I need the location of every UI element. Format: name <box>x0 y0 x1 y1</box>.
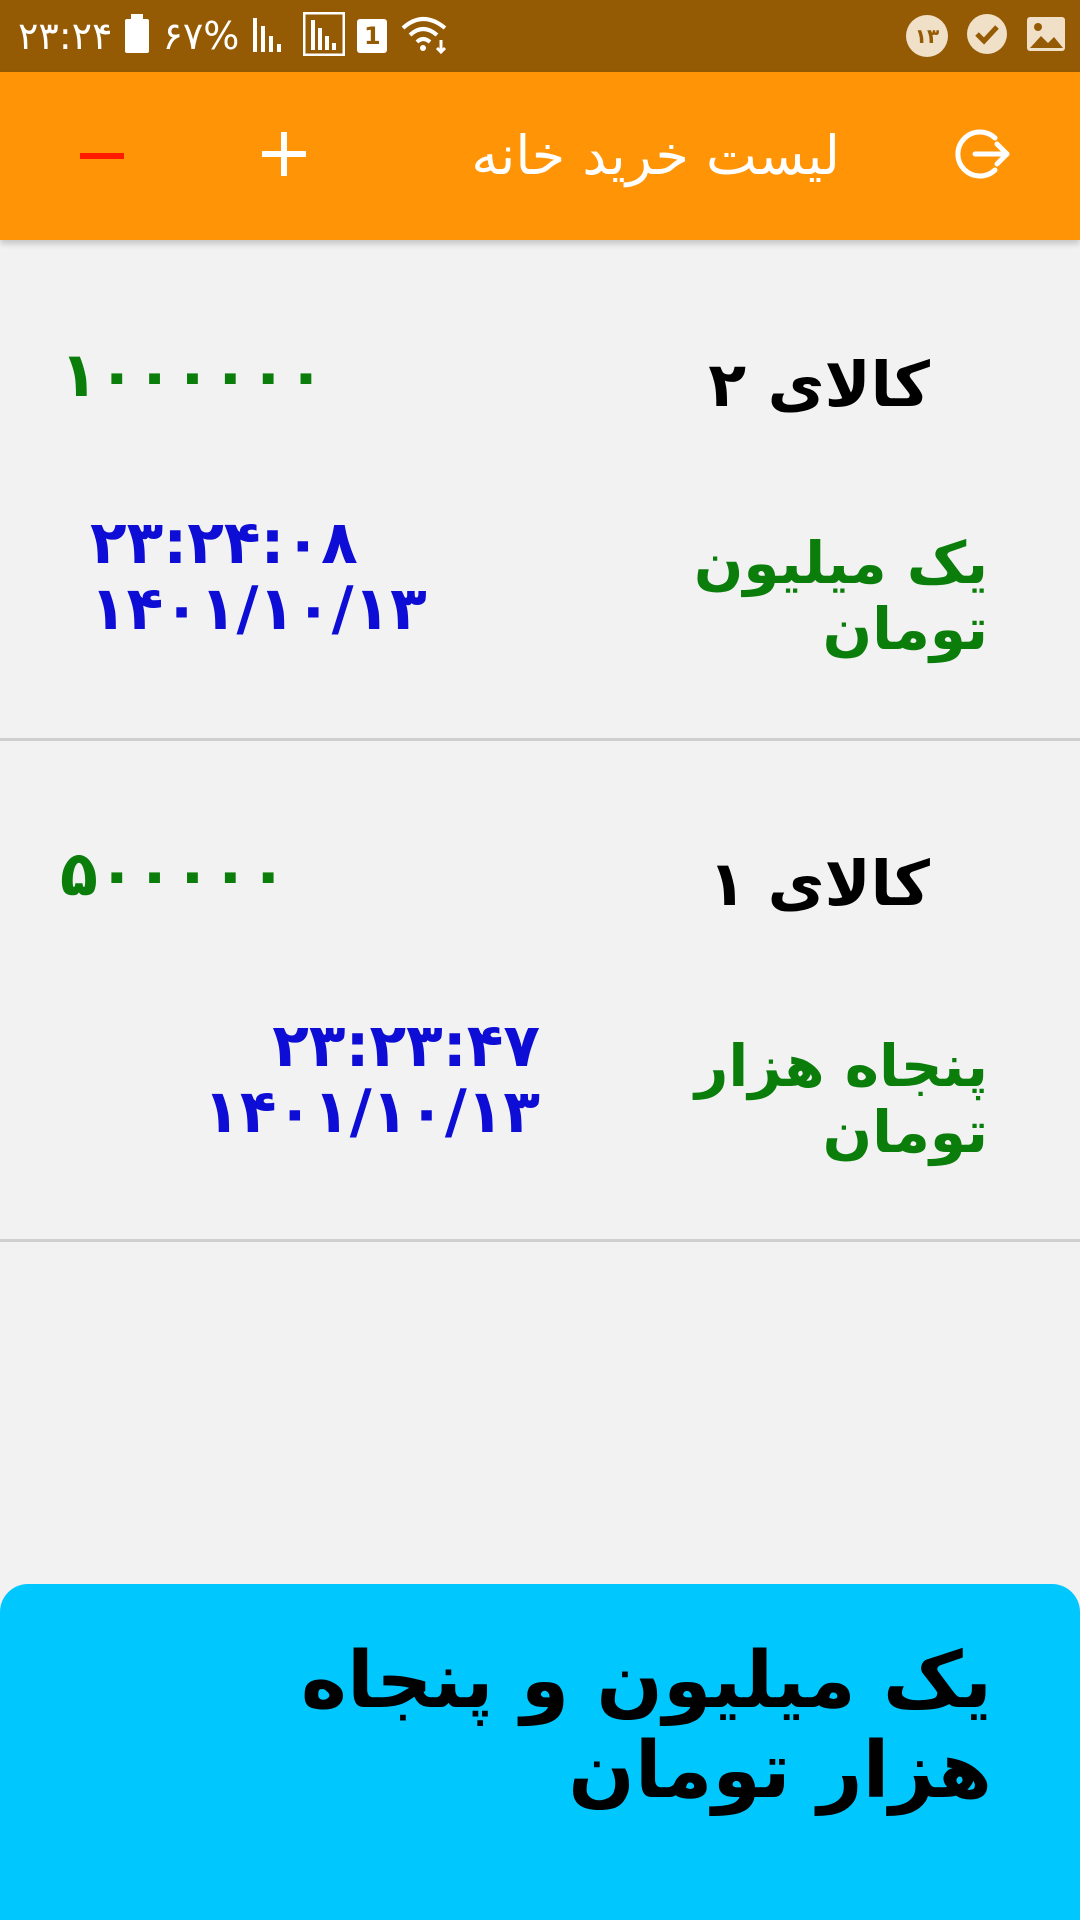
plus-icon <box>258 128 310 184</box>
item-time: ۲۳:۲۴:۰۸ <box>90 508 358 578</box>
status-bar-left: ۲۳:۲۴ ۶۷% 1 <box>18 0 451 72</box>
battery-percent: ۶۷% <box>162 14 240 58</box>
item-timestamp: ۲۳:۲۴:۰۸ ۱۴۰۱/۱۰/۱۳ <box>90 510 427 642</box>
add-button[interactable] <box>252 72 316 240</box>
check-shield-icon <box>966 13 1008 59</box>
battery-icon <box>124 14 150 58</box>
item-name: کالای ۱ <box>708 847 930 920</box>
remove-button[interactable] <box>70 72 134 240</box>
item-price: ۵۰۰۰۰۰ <box>60 837 288 910</box>
status-bar-right: ۱۳ <box>906 0 1066 72</box>
status-bar: ۲۳:۲۴ ۶۷% 1 ۱۳ <box>0 0 1080 72</box>
total-panel: یک میلیون و پنجاه هزار تومان <box>0 1584 1080 1920</box>
item-price-words: پنجاه هزار تومان <box>694 1032 988 1166</box>
signal-sim2-icon <box>302 11 346 60</box>
status-time: ۲۳:۲۴ <box>18 14 113 58</box>
item-name: کالای ۲ <box>708 348 930 421</box>
item-timestamp: ۲۳:۲۳:۴۷ ۱۴۰۱/۱۰/۱۳ <box>203 1013 540 1145</box>
app-toolbar: لیست خرید خانه <box>0 72 1080 240</box>
minus-icon <box>78 147 126 166</box>
wifi-icon <box>399 14 451 58</box>
notification-count-badge: ۱۳ <box>906 15 948 57</box>
logout-button[interactable] <box>950 72 1016 240</box>
logout-icon <box>953 124 1013 188</box>
shopping-list: کالای ۲ ۱۰۰۰۰۰۰ یک میلیون تومان ۲۳:۲۴:۰۸… <box>0 240 1080 1242</box>
sim-slot-badge: 1 <box>357 19 388 53</box>
signal-icon <box>251 14 291 58</box>
gallery-icon <box>1026 16 1066 56</box>
list-item[interactable]: کالای ۲ ۱۰۰۰۰۰۰ یک میلیون تومان ۲۳:۲۴:۰۸… <box>0 240 1080 741</box>
item-time: ۲۳:۲۳:۴۷ <box>272 1011 540 1081</box>
toolbar-title: لیست خرید خانه <box>471 124 840 187</box>
item-price: ۱۰۰۰۰۰۰ <box>60 338 325 411</box>
list-item[interactable]: کالای ۱ ۵۰۰۰۰۰ پنجاه هزار تومان ۲۳:۲۳:۴۷… <box>0 741 1080 1242</box>
item-date: ۱۴۰۱/۱۰/۱۳ <box>203 1077 540 1147</box>
item-price-words: یک میلیون تومان <box>693 529 988 663</box>
total-amount-words: یک میلیون و پنجاه هزار تومان <box>300 1636 992 1816</box>
item-date: ۱۴۰۱/۱۰/۱۳ <box>90 574 427 644</box>
